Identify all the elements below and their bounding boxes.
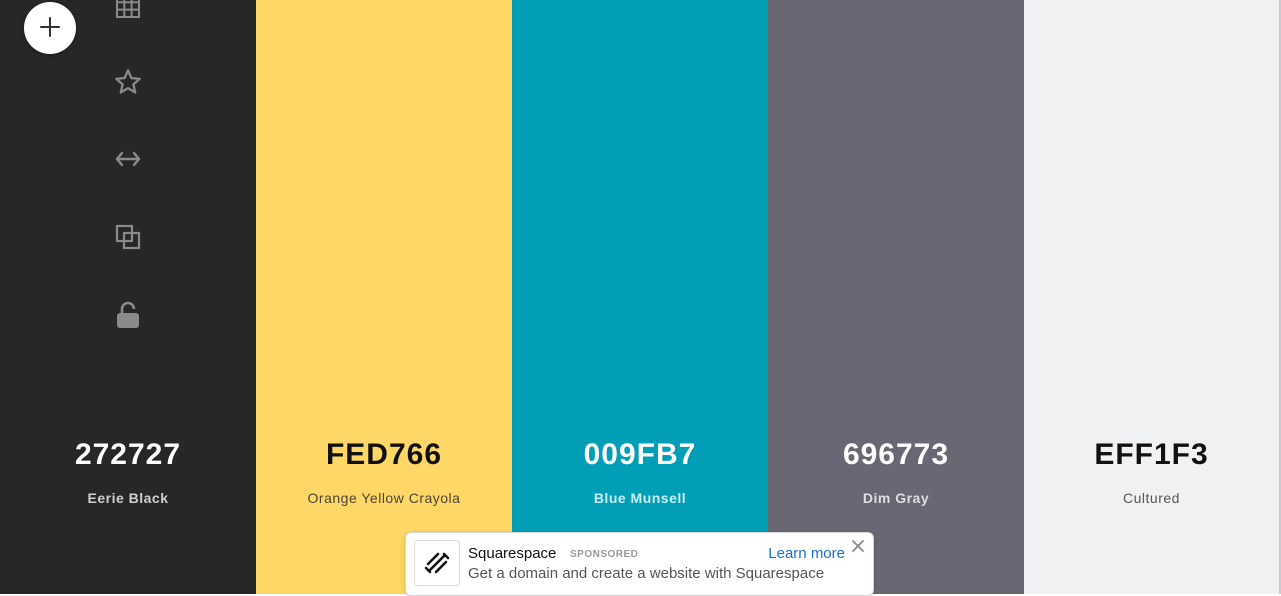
swatch-blue-munsell[interactable]: 009FB7 Blue Munsell: [512, 0, 768, 594]
swatch-eerie-black[interactable]: 272727 Eerie Black: [0, 0, 256, 594]
color-name[interactable]: Dim Gray: [768, 490, 1024, 506]
hex-code[interactable]: 009FB7: [512, 438, 768, 472]
swatch-dim-gray[interactable]: 696773 Dim Gray: [768, 0, 1024, 594]
hex-code[interactable]: FED766: [256, 438, 512, 472]
color-name[interactable]: Cultured: [1024, 490, 1279, 506]
color-name[interactable]: Orange Yellow Crayola: [256, 490, 512, 506]
color-palette: 272727 Eerie Black FED766 Orange Yellow …: [0, 0, 1281, 594]
unlock-icon[interactable]: [107, 294, 149, 336]
add-color-button[interactable]: [24, 2, 76, 54]
color-name[interactable]: Eerie Black: [0, 490, 256, 506]
grid-icon[interactable]: [107, 0, 149, 27]
copy-icon[interactable]: [107, 216, 149, 258]
plus-icon: [39, 16, 61, 41]
close-icon[interactable]: [849, 537, 867, 555]
sponsored-label: SPONSORED: [570, 549, 639, 560]
star-icon[interactable]: [107, 61, 149, 103]
sponsored-ad: Squarespace SPONSORED Learn more Get a d…: [405, 532, 874, 596]
hex-code[interactable]: 696773: [768, 438, 1024, 472]
ad-brand[interactable]: Squarespace: [468, 545, 556, 562]
swatch-orange-yellow-crayola[interactable]: FED766 Orange Yellow Crayola: [256, 0, 512, 594]
drag-arrows-icon[interactable]: [107, 138, 149, 180]
hex-code[interactable]: 272727: [0, 438, 256, 472]
squarespace-logo-icon[interactable]: [414, 540, 460, 586]
swatch-cultured[interactable]: EFF1F3 Cultured: [1024, 0, 1281, 594]
color-name[interactable]: Blue Munsell: [512, 490, 768, 506]
learn-more-link[interactable]: Learn more: [768, 545, 845, 562]
hex-code[interactable]: EFF1F3: [1024, 438, 1279, 472]
ad-description[interactable]: Get a domain and create a website with S…: [468, 565, 824, 582]
